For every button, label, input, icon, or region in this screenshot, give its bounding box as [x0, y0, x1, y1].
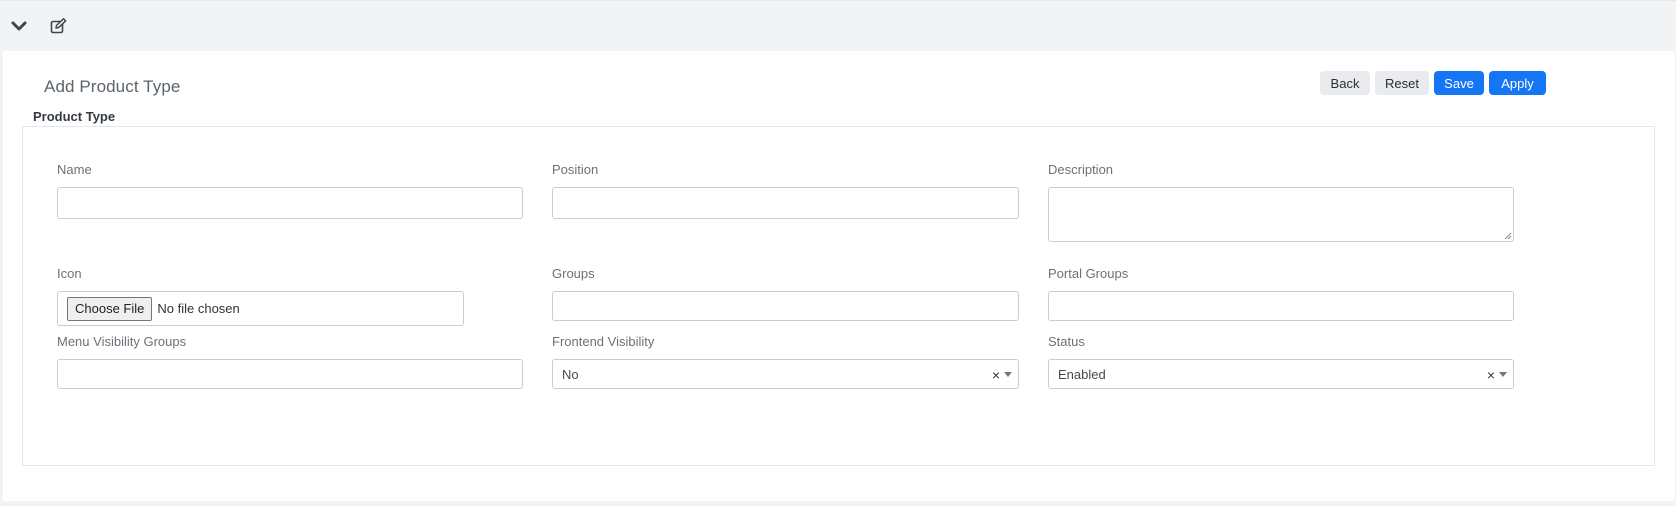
status-label: Status — [1048, 334, 1085, 349]
edit-icon[interactable] — [46, 14, 70, 38]
position-label: Position — [552, 162, 599, 177]
main-card: Add Product Type Back Reset Save Apply P… — [3, 51, 1675, 501]
frontend-visibility-value: No — [562, 366, 579, 382]
portal-groups-input[interactable] — [1048, 291, 1514, 321]
clear-icon[interactable]: × — [992, 368, 1000, 382]
icon-label: Icon — [57, 266, 82, 281]
icon-file-input[interactable]: Choose File No file chosen — [57, 291, 464, 326]
menu-visibility-groups-input[interactable] — [57, 359, 523, 389]
position-input[interactable] — [552, 187, 1019, 219]
frontend-visibility-label: Frontend Visibility — [552, 334, 655, 349]
apply-button[interactable]: Apply — [1489, 71, 1546, 95]
groups-input[interactable] — [552, 291, 1019, 321]
name-label: Name — [57, 162, 92, 177]
resize-grip-icon[interactable] — [1504, 232, 1512, 240]
file-status-text: No file chosen — [157, 301, 240, 316]
menu-visibility-groups-label: Menu Visibility Groups — [57, 334, 187, 349]
section-title: Product Type — [33, 109, 116, 124]
page-title: Add Product Type — [44, 77, 181, 96]
groups-label: Groups — [552, 266, 595, 281]
portal-groups-label: Portal Groups — [1048, 266, 1129, 281]
reset-button[interactable]: Reset — [1375, 71, 1429, 95]
caret-down-icon[interactable] — [1499, 372, 1507, 377]
clear-icon[interactable]: × — [1487, 368, 1495, 382]
frontend-visibility-select[interactable]: No × — [552, 359, 1019, 389]
back-button[interactable]: Back — [1320, 71, 1370, 95]
save-button[interactable]: Save — [1434, 71, 1484, 95]
top-toolbar — [0, 0, 1676, 49]
status-value: Enabled — [1058, 366, 1106, 382]
chevron-down-icon[interactable] — [7, 14, 31, 38]
product-type-fieldset: Name Position Description Icon Choose Fi… — [22, 126, 1655, 466]
status-select[interactable]: Enabled × — [1048, 359, 1514, 389]
description-textarea[interactable] — [1048, 187, 1514, 242]
choose-file-button[interactable]: Choose File — [67, 296, 153, 321]
caret-down-icon[interactable] — [1004, 372, 1012, 377]
description-label: Description — [1048, 162, 1114, 177]
name-input[interactable] — [57, 187, 523, 219]
